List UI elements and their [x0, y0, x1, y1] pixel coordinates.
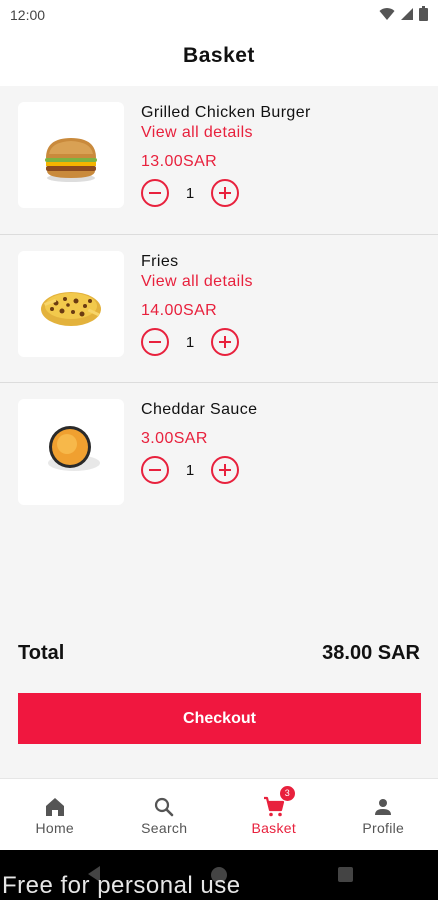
page-title: Basket — [183, 44, 255, 67]
nav-label: Search — [141, 820, 188, 836]
total-label: Total — [18, 642, 65, 664]
recent-apps-icon[interactable] — [338, 867, 353, 882]
basket-list: Grilled Chicken Burger View all details … — [0, 86, 438, 530]
cart-count-badge: 3 — [279, 786, 295, 801]
quantity-stepper: 1 — [141, 179, 311, 207]
item-name: Fries — [141, 253, 179, 270]
cheddar-sauce-image — [18, 399, 124, 505]
quantity-value: 1 — [185, 333, 195, 351]
basket-item: Cheddar Sauce 3.00SAR 1 — [0, 382, 438, 530]
decrease-quantity-button[interactable] — [141, 456, 169, 484]
increase-quantity-button[interactable] — [211, 456, 239, 484]
basket-item: Fries View all details 14.00SAR 1 — [0, 234, 438, 382]
burger-image — [18, 102, 124, 208]
nav-item-basket[interactable]: 3 Basket — [219, 779, 329, 850]
nav-item-search[interactable]: Search — [110, 779, 220, 850]
app-header: Basket — [0, 30, 438, 86]
decrease-quantity-button[interactable] — [141, 328, 169, 356]
view-details-link[interactable]: View all details — [141, 272, 253, 292]
person-icon — [375, 799, 392, 815]
bottom-nav: Home Search 3 Basket Profile — [0, 778, 438, 850]
item-price: 3.00SAR — [141, 430, 208, 447]
search-icon — [155, 797, 174, 817]
quantity-stepper: 1 — [141, 328, 253, 356]
item-info: Grilled Chicken Burger View all details … — [141, 103, 311, 207]
quantity-value: 1 — [185, 461, 195, 479]
decrease-quantity-button[interactable] — [141, 179, 169, 207]
checkout-button[interactable]: Checkout — [18, 693, 421, 744]
home-icon — [45, 798, 64, 816]
item-price: 13.00SAR — [141, 153, 218, 170]
basket-item: Grilled Chicken Burger View all details … — [0, 86, 438, 234]
quantity-stepper: 1 — [141, 456, 257, 484]
status-bar: 12:00 — [0, 0, 438, 30]
increase-quantity-button[interactable] — [211, 328, 239, 356]
watermark: Free for personal use — [2, 872, 241, 899]
nav-label: Home — [35, 820, 75, 836]
signal-icon — [401, 7, 413, 20]
status-icons — [379, 6, 428, 21]
battery-icon — [419, 6, 428, 21]
status-time: 12:00 — [10, 7, 46, 23]
nav-label: Profile — [362, 820, 405, 836]
item-info: Fries View all details 14.00SAR 1 — [141, 252, 253, 356]
quantity-value: 1 — [185, 184, 195, 202]
minus-icon — [149, 341, 161, 343]
fries-image — [18, 251, 124, 357]
total-row: Total 38.00 SAR — [18, 642, 420, 665]
minus-icon — [149, 469, 161, 471]
minus-icon — [149, 192, 161, 194]
view-details-link[interactable]: View all details — [141, 123, 311, 143]
wifi-icon — [379, 7, 395, 20]
item-info: Cheddar Sauce 3.00SAR 1 — [141, 400, 257, 484]
item-price: 14.00SAR — [141, 302, 218, 319]
item-name: Grilled Chicken Burger — [141, 104, 311, 121]
item-name: Cheddar Sauce — [141, 401, 258, 418]
nav-label: Basket — [251, 820, 297, 836]
nav-item-home[interactable]: Home — [0, 779, 110, 850]
total-value: 38.00 SAR — [322, 642, 420, 664]
nav-item-profile[interactable]: Profile — [329, 779, 438, 850]
increase-quantity-button[interactable] — [211, 179, 239, 207]
